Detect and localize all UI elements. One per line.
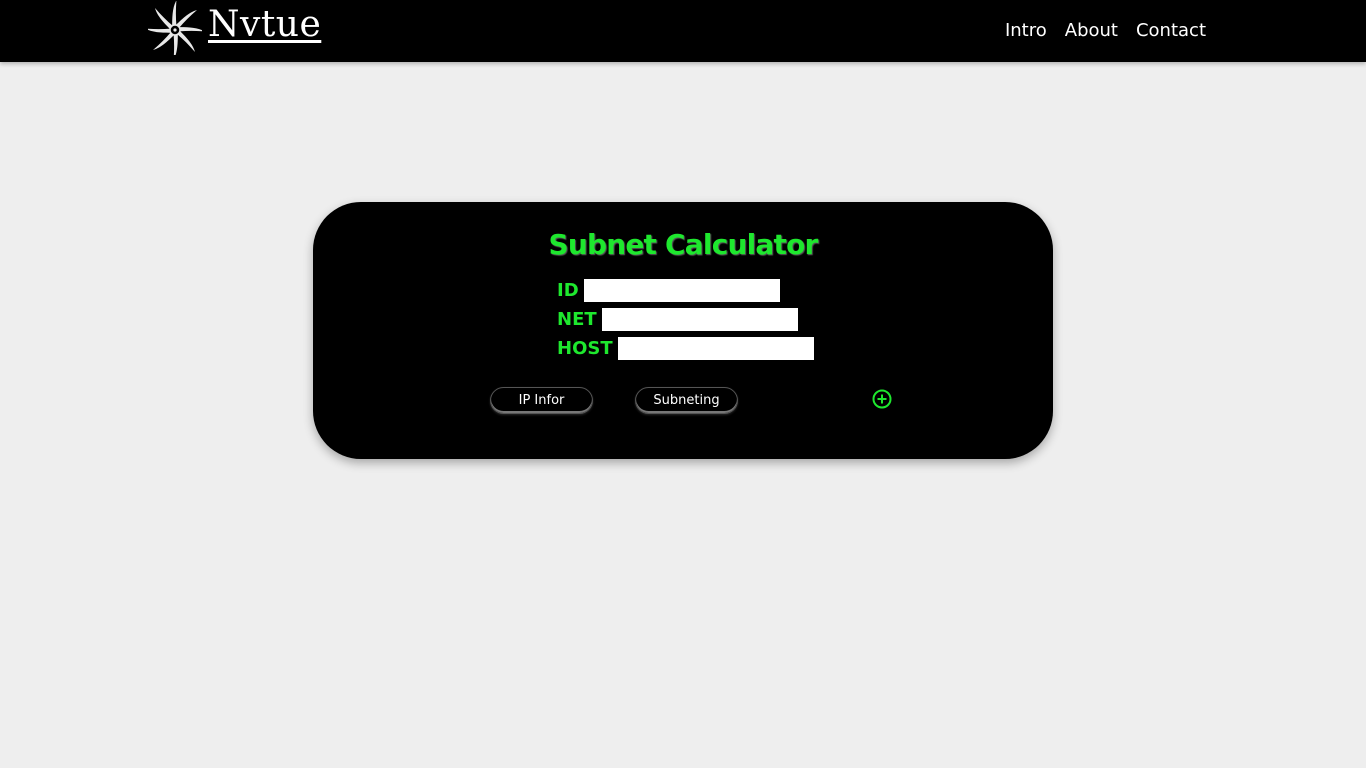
calculator-title: Subnet Calculator bbox=[548, 228, 818, 261]
ip-info-button[interactable]: IP Infor bbox=[490, 387, 593, 414]
host-field-row: HOST bbox=[557, 337, 814, 360]
main-nav: Intro About Contact bbox=[1005, 19, 1206, 43]
net-field-row: NET bbox=[557, 308, 798, 331]
id-label: ID bbox=[557, 279, 579, 301]
brand-name: Nvtue bbox=[208, 4, 322, 45]
host-input[interactable] bbox=[617, 337, 814, 360]
top-navbar: Nvtue Intro About Contact bbox=[0, 0, 1366, 62]
net-label: NET bbox=[557, 308, 597, 330]
nav-link-about[interactable]: About bbox=[1065, 19, 1118, 43]
spiral-logo-icon bbox=[148, 1, 202, 55]
brand-link[interactable]: Nvtue bbox=[148, 0, 321, 56]
nav-link-intro[interactable]: Intro bbox=[1005, 19, 1047, 43]
net-input[interactable] bbox=[601, 308, 798, 331]
id-input[interactable] bbox=[583, 279, 780, 302]
subneting-button[interactable]: Subneting bbox=[635, 387, 738, 414]
plus-circle-icon[interactable] bbox=[871, 388, 893, 410]
subnet-calculator-card: Subnet Calculator ID NET HOST IP Infor S… bbox=[313, 202, 1053, 459]
nav-link-contact[interactable]: Contact bbox=[1136, 19, 1206, 43]
id-field-row: ID bbox=[557, 279, 780, 302]
host-label: HOST bbox=[557, 337, 613, 359]
